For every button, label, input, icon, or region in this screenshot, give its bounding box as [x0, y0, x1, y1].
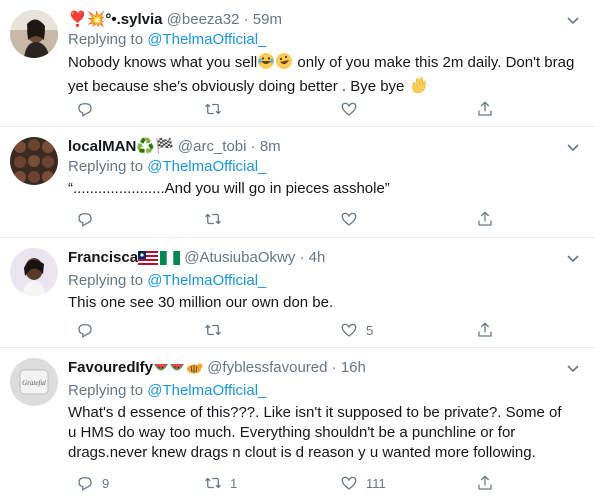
- mention-link[interactable]: @ThelmaOfficial_: [147, 382, 266, 399]
- tweet-actions: [68, 210, 548, 232]
- retweet-button[interactable]: [204, 321, 230, 339]
- laughing-emoji-icon: [257, 52, 275, 76]
- like-button[interactable]: [340, 100, 366, 118]
- share-button[interactable]: [476, 210, 494, 228]
- display-name[interactable]: ❣️💥°•.sylvia: [68, 11, 162, 28]
- tweet-actions: 5: [68, 321, 548, 343]
- retweet-icon: [205, 103, 221, 115]
- share-button[interactable]: [476, 100, 494, 118]
- tweet-header: Francisca @AtusiubaOkwy · 4h: [68, 248, 583, 271]
- avatar-favouredify[interactable]: Grateful: [10, 358, 58, 406]
- share-icon: [478, 101, 492, 116]
- mention-link[interactable]: @ThelmaOfficial_: [147, 158, 266, 175]
- avatar-text: Grateful: [22, 379, 46, 387]
- like-count: 111: [366, 475, 386, 491]
- replying-label: Replying to: [68, 31, 144, 48]
- handle[interactable]: @fyblessfavoured: [207, 359, 327, 376]
- reply-icon: [78, 103, 92, 117]
- replying-to: Replying to @ThelmaOfficial_: [68, 381, 583, 401]
- tiger-emoji-icon: [185, 361, 203, 381]
- tweet-header: FavouredIfy @fyblessfavoured · 16h: [68, 358, 583, 381]
- share-icon: [478, 322, 492, 337]
- watermelon-emoji-icon: [153, 361, 169, 381]
- handle[interactable]: @beeza32: [167, 11, 240, 28]
- display-name[interactable]: Francisca: [68, 249, 138, 266]
- tweet-3[interactable]: Francisca @AtusiubaOkwy · 4h Replying to…: [0, 238, 595, 348]
- tweet-actions: 9 1 111: [68, 474, 548, 496]
- avatar-sylvia[interactable]: [10, 10, 58, 58]
- tweet-text: “......................And you will go i…: [68, 180, 390, 197]
- mention-link[interactable]: @ThelmaOfficial_: [147, 272, 266, 289]
- tweet-header: ❣️💥°•.sylvia @beeza32 · 59m: [68, 10, 583, 30]
- share-icon: [478, 475, 492, 490]
- retweet-button[interactable]: 1: [204, 474, 237, 492]
- handle[interactable]: @arc_tobi: [178, 138, 247, 155]
- reply-button[interactable]: [76, 210, 102, 228]
- retweet-button[interactable]: [204, 210, 230, 228]
- tweet-text: This one see 30 million our own don be.: [68, 294, 334, 311]
- handle[interactable]: @AtusiubaOkwy: [184, 249, 295, 266]
- reply-button[interactable]: [76, 321, 102, 339]
- separator: ·: [331, 359, 337, 376]
- tweet-2[interactable]: localMAN♻️🏁 @arc_tobi · 8m Replying to @…: [0, 127, 595, 238]
- like-button[interactable]: [340, 210, 366, 228]
- replying-to: Replying to @ThelmaOfficial_: [68, 30, 583, 50]
- replying-to: Replying to @ThelmaOfficial_: [68, 271, 583, 291]
- reply-button[interactable]: [76, 100, 102, 118]
- timestamp[interactable]: 16h: [341, 359, 366, 376]
- timestamp[interactable]: 8m: [260, 138, 281, 155]
- reply-button[interactable]: 9: [76, 474, 109, 492]
- like-icon: [341, 212, 357, 226]
- display-name[interactable]: localMAN♻️🏁: [68, 138, 174, 155]
- tweet-text: Nobody knows what you sell only of you m…: [68, 52, 583, 100]
- retweet-icon: [205, 477, 221, 489]
- like-button[interactable]: 111: [340, 474, 386, 492]
- wave-emoji-icon: [409, 76, 427, 100]
- separator: ·: [250, 138, 256, 155]
- timestamp[interactable]: 4h: [309, 249, 326, 266]
- reply-icon: [78, 213, 92, 227]
- avatar-francisca[interactable]: [10, 248, 58, 296]
- tweet-text: What's d essence of this???. Like isn't …: [68, 404, 562, 461]
- tweet-4[interactable]: Grateful FavouredIfy @fyblessfavoured · …: [0, 348, 595, 502]
- reply-icon: [78, 324, 92, 338]
- retweet-icon: [205, 213, 221, 225]
- share-button[interactable]: [476, 321, 494, 339]
- retweet-count: 1: [230, 475, 238, 491]
- liberia-flag-icon: [138, 251, 159, 271]
- display-name[interactable]: FavouredIfy: [68, 359, 153, 376]
- separator: ·: [243, 11, 249, 28]
- share-icon: [478, 211, 492, 226]
- rofl-emoji-icon: [275, 52, 293, 76]
- tweet-1[interactable]: ❣️💥°•.sylvia @beeza32 · 59m Replying to …: [0, 0, 595, 127]
- reply-icon: [78, 477, 92, 491]
- replying-to: Replying to @ThelmaOfficial_: [68, 157, 583, 177]
- like-icon: [341, 323, 357, 337]
- retweet-icon: [205, 324, 221, 336]
- like-icon: [341, 476, 357, 490]
- share-button[interactable]: [476, 474, 494, 492]
- replying-label: Replying to: [68, 158, 144, 175]
- mention-link[interactable]: @ThelmaOfficial_: [147, 31, 266, 48]
- retweet-button[interactable]: [204, 100, 230, 118]
- timestamp[interactable]: 59m: [253, 11, 282, 28]
- replying-label: Replying to: [68, 382, 144, 399]
- like-button[interactable]: 5: [340, 321, 373, 339]
- separator: ·: [299, 249, 305, 266]
- reply-count: 9: [102, 475, 110, 491]
- avatar-localman[interactable]: [10, 137, 58, 185]
- replying-label: Replying to: [68, 272, 144, 289]
- nigeria-flag-icon: [160, 251, 181, 271]
- tweet-header: localMAN♻️🏁 @arc_tobi · 8m: [68, 137, 583, 157]
- like-count: 5: [366, 322, 374, 338]
- like-icon: [341, 102, 357, 116]
- tweet-actions: [68, 100, 548, 122]
- watermelon-emoji-icon: [169, 361, 185, 381]
- tweet-text-part-1: Nobody knows what you sell: [68, 54, 258, 71]
